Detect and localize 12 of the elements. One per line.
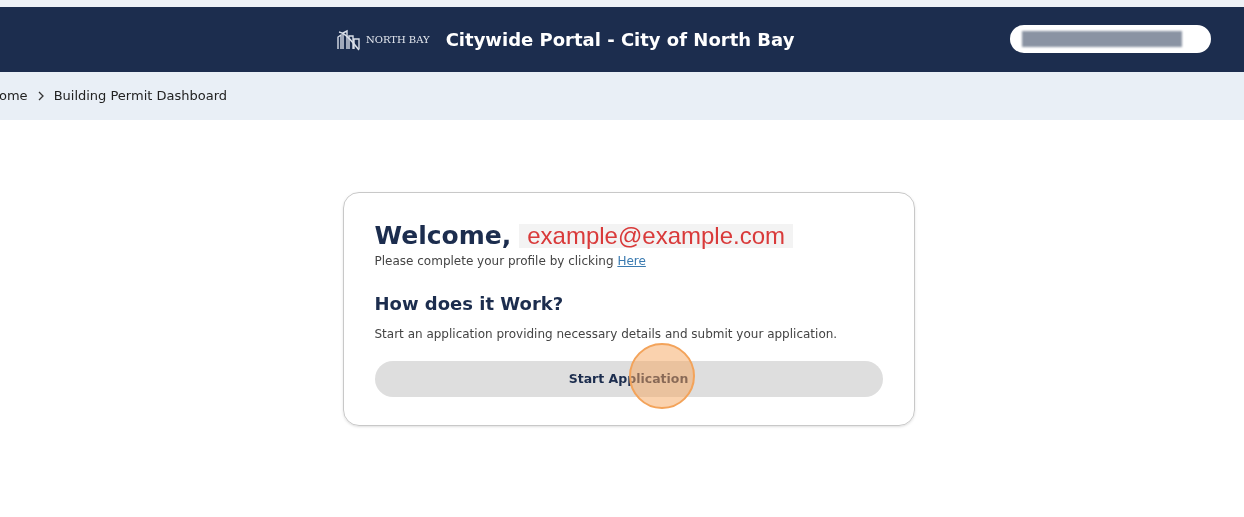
portal-title: Citywide Portal - City of North Bay [445, 28, 795, 52]
welcome-heading: Welcome, [374, 223, 512, 248]
user-menu-button[interactable] [1010, 25, 1211, 53]
logo-text: NORTH BAY [366, 33, 430, 47]
user-email: example@example.com [519, 224, 794, 248]
profile-link[interactable]: Here [617, 254, 646, 268]
section-heading: How does it Work? [374, 292, 565, 316]
profile-prompt: Please complete your profile by clicking Here [374, 253, 647, 270]
description-text: Start an application providing necessary details and submit your application. [374, 326, 839, 343]
breadcrumb-link[interactable]: Building Permit Dashboard [53, 86, 228, 106]
breadcrumb-link[interactable]: ome [0, 86, 28, 106]
start-application-button[interactable]: Start Application [374, 361, 883, 397]
